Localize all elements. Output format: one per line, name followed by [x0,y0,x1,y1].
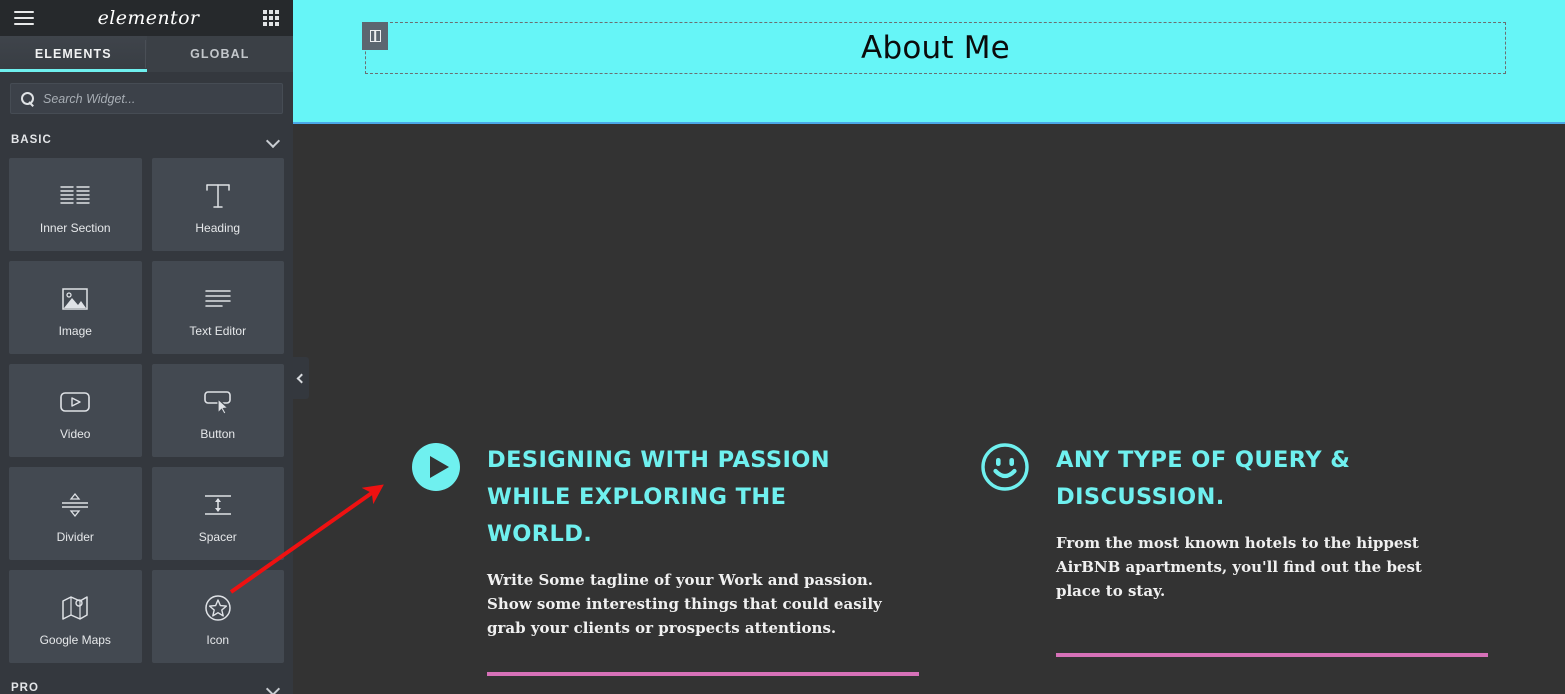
section-title-basic: BASIC [11,134,52,146]
search-container [0,72,293,122]
page-title: About Me [861,30,1010,66]
search-icon [21,92,34,105]
feature-title: DESIGNING WITH PASSION WHILE EXPLORING T… [487,447,830,548]
feature-text: Write Some tagline of your Work and pass… [487,571,882,637]
tab-global[interactable]: GLOBAL [147,36,294,72]
chevron-down-icon [268,683,279,694]
widget-label: Image [58,323,92,338]
button-icon [202,381,234,423]
hero-section[interactable]: About Me [293,0,1565,124]
divider-icon [60,484,90,526]
hamburger-icon[interactable] [14,11,34,25]
star-icon [203,587,233,629]
widget-text-editor[interactable]: Text Editor [151,261,284,354]
widget-spacer[interactable]: Spacer [151,467,284,560]
widget-label: Spacer [198,529,237,544]
tab-global-label: GLOBAL [190,47,250,61]
column-handle-icon[interactable] [362,22,388,50]
heading-icon [203,175,233,217]
panel-collapse-button[interactable] [293,357,309,399]
content-section: DESIGNING WITH PASSION WHILE EXPLORING T… [293,124,1565,694]
feature-title: ANY TYPE OF QUERY & DISCUSSION. [1056,447,1351,511]
smiley-face-icon [980,442,1030,492]
feature-divider [1056,653,1488,658]
elementor-editor: elementor ELEMENTS GLOBAL BASIC [0,0,1565,694]
brand-logo: elementor [97,7,200,29]
text-editor-icon [204,278,232,320]
panel-tabs: ELEMENTS GLOBAL [0,36,293,72]
widget-label: Heading [195,220,241,235]
video-icon [59,381,91,423]
search-input[interactable] [43,91,272,106]
feature-body: ANY TYPE OF QUERY & DISCUSSION. From the… [1056,442,1488,658]
spacer-icon [203,484,233,526]
search-box[interactable] [10,83,283,114]
widget-label: Icon [206,632,230,647]
grid-icon[interactable] [262,10,279,26]
widget-label: Inner Section [39,220,111,235]
feature-body: DESIGNING WITH PASSION WHILE EXPLORING T… [487,442,919,677]
tab-elements[interactable]: ELEMENTS [0,36,147,72]
panel-header: elementor [0,0,293,36]
tab-elements-label: ELEMENTS [34,47,112,61]
image-icon [61,278,89,320]
editor-panel: elementor ELEMENTS GLOBAL BASIC [0,0,293,694]
section-title-pro: PRO [11,682,39,694]
widget-label: Divider [56,529,94,544]
widget-button[interactable]: Button [151,364,284,457]
heading-widget-box[interactable]: About Me [365,22,1506,74]
feature-block-left[interactable]: DESIGNING WITH PASSION WHILE EXPLORING T… [411,442,919,677]
feature-divider [487,672,919,677]
widget-inner-section[interactable]: Inner Section [9,158,142,251]
widget-label: Video [60,426,91,441]
play-circle-icon [411,442,461,492]
section-header-pro[interactable]: PRO [0,670,293,694]
widget-image[interactable]: Image [9,261,142,354]
feature-block-right[interactable]: ANY TYPE OF QUERY & DISCUSSION. From the… [980,442,1488,658]
widget-google-maps[interactable]: Google Maps [9,570,142,663]
chevron-left-icon [296,373,306,383]
google-maps-icon [60,587,90,629]
widget-grid-basic: Inner Section Heading Image Text Editor … [0,158,293,663]
section-header-basic[interactable]: BASIC [0,122,293,158]
preview-canvas: About Me DESIGNING WITH PASSION WHILE EX… [293,0,1565,694]
widget-icon[interactable]: Icon [151,570,284,663]
chevron-down-icon [268,135,279,146]
inner-section-icon [60,175,90,217]
widget-label: Google Maps [39,632,111,647]
widget-label: Button [200,426,236,441]
widget-heading[interactable]: Heading [151,158,284,251]
widget-divider[interactable]: Divider [9,467,142,560]
widget-video[interactable]: Video [9,364,142,457]
widget-label: Text Editor [189,323,247,338]
feature-text: From the most known hotels to the hippes… [1056,534,1422,600]
